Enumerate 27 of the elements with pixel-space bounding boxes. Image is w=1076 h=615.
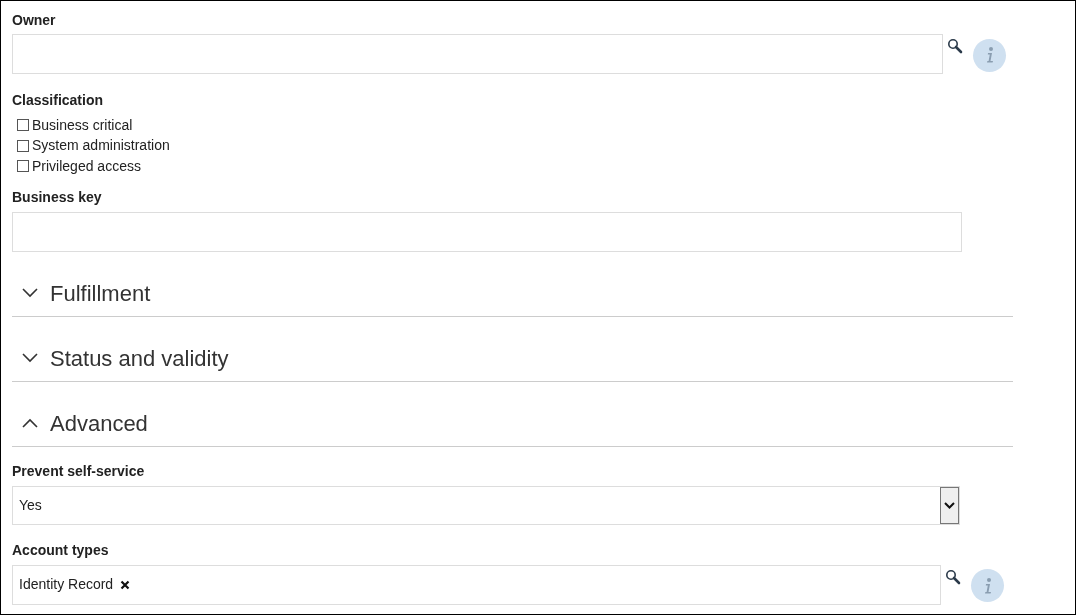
field-label: Owner (12, 11, 57, 29)
checkbox[interactable] (17, 119, 29, 132)
section-header[interactable]: Status and validity (12, 335, 1013, 382)
field-label: Account types (12, 540, 110, 559)
section-header[interactable]: Advanced (12, 400, 1013, 447)
chevron-down-icon (944, 501, 955, 509)
search-icon[interactable] (947, 38, 963, 54)
checkbox-label: Business critical (32, 115, 133, 135)
chevron-down-icon[interactable] (22, 288, 38, 298)
checkbox-label: Privileged access (32, 156, 141, 176)
field-label: Classification (12, 91, 105, 109)
remove-icon[interactable] (120, 579, 131, 590)
tag: Identity Record (19, 574, 131, 595)
checkbox[interactable] (17, 139, 29, 152)
chevron-down-icon[interactable] (22, 353, 38, 363)
section-header[interactable]: Fulfillment (12, 270, 1013, 317)
select-field[interactable]: Yes (12, 485, 960, 525)
field-label: Prevent self-service (12, 461, 146, 480)
business-key-field[interactable] (12, 211, 962, 252)
owner-field[interactable] (12, 34, 943, 74)
chevron-up-icon[interactable] (22, 418, 38, 428)
account-types-field[interactable]: Identity Record (12, 564, 941, 605)
checkbox-label: System administration (32, 136, 170, 156)
dropdown-button[interactable] (940, 486, 959, 524)
field-label: Business key (12, 187, 103, 206)
checkbox[interactable] (17, 160, 29, 173)
search-icon[interactable] (945, 568, 961, 585)
